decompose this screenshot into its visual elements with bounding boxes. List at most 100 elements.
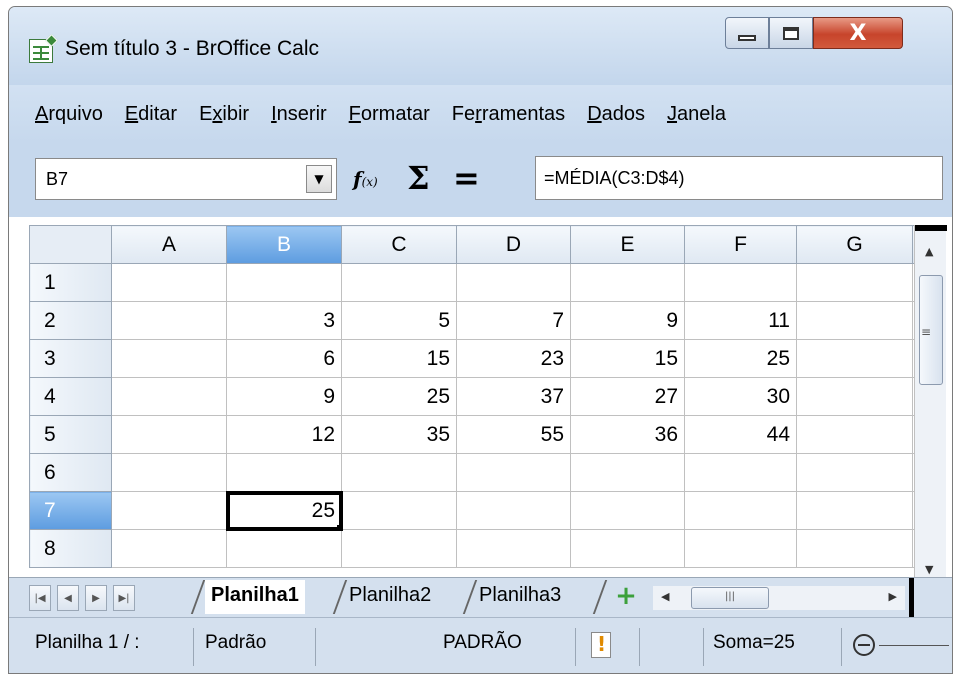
function-wizard-icon[interactable]: f(x)	[353, 167, 378, 191]
cell-e3[interactable]: 15	[570, 339, 685, 378]
cell-g2[interactable]	[796, 301, 913, 340]
cell-d4[interactable]: 37	[456, 377, 571, 416]
next-sheet-button[interactable]: ▶	[85, 585, 107, 611]
cell-a6[interactable]	[111, 453, 227, 492]
column-header-d[interactable]: D	[456, 225, 571, 264]
cell-a4[interactable]	[111, 377, 227, 416]
cell-b7[interactable]: 25	[225, 490, 343, 531]
cell-d1[interactable]	[456, 263, 571, 302]
menu-item-3[interactable]: Inserir	[271, 103, 327, 126]
cell-e6[interactable]	[570, 453, 685, 492]
cell-c7[interactable]	[341, 491, 457, 530]
maximize-button[interactable]	[769, 17, 813, 49]
minimize-button[interactable]	[725, 17, 769, 49]
cell-g7[interactable]	[796, 491, 913, 530]
menu-item-7[interactable]: Janela	[667, 103, 726, 126]
cell-f7[interactable]	[684, 491, 797, 530]
cell-c5[interactable]: 35	[341, 415, 457, 454]
scroll-left-icon[interactable]: ◀	[661, 590, 669, 603]
horizontal-scroll-thumb[interactable]: |||	[691, 587, 769, 609]
function-equals-icon[interactable]: =	[453, 159, 480, 197]
formula-input[interactable]: =MÉDIA(C3:D$4)	[535, 156, 943, 200]
name-box[interactable]: B7 ▼	[35, 158, 337, 200]
document-signature-icon[interactable]	[591, 632, 611, 658]
status-sum[interactable]: Soma=25	[713, 632, 795, 654]
cell-d3[interactable]: 23	[456, 339, 571, 378]
cell-d8[interactable]	[456, 529, 571, 568]
column-header-f[interactable]: F	[684, 225, 797, 264]
cell-c3[interactable]: 15	[341, 339, 457, 378]
scroll-down-icon[interactable]: ▼	[925, 563, 933, 576]
column-header-b[interactable]: B	[226, 225, 342, 264]
row-header-1[interactable]: 1	[29, 263, 112, 302]
cell-a5[interactable]	[111, 415, 227, 454]
cell-a1[interactable]	[111, 263, 227, 302]
sheet-tab-planilha1[interactable]: Planilha1	[205, 580, 305, 614]
cell-d6[interactable]	[456, 453, 571, 492]
menu-item-2[interactable]: Exibir	[199, 103, 249, 126]
sheet-tab-planilha3[interactable]: Planilha3	[473, 580, 567, 614]
cell-e1[interactable]	[570, 263, 685, 302]
status-insert-mode[interactable]: PADRÃO	[443, 632, 522, 654]
add-sheet-icon[interactable]: +	[613, 583, 639, 610]
cell-d5[interactable]: 55	[456, 415, 571, 454]
cell-b4[interactable]: 9	[226, 377, 342, 416]
cell-f3[interactable]: 25	[684, 339, 797, 378]
cell-d2[interactable]: 7	[456, 301, 571, 340]
cell-e5[interactable]: 36	[570, 415, 685, 454]
cell-f4[interactable]: 30	[684, 377, 797, 416]
row-header-4[interactable]: 4	[29, 377, 112, 416]
cell-g1[interactable]	[796, 263, 913, 302]
status-page-style[interactable]: Padrão	[205, 632, 266, 654]
cell-c4[interactable]: 25	[341, 377, 457, 416]
sheet-tab-planilha2[interactable]: Planilha2	[343, 580, 437, 614]
cell-b1[interactable]	[226, 263, 342, 302]
cell-f8[interactable]	[684, 529, 797, 568]
cell-e7[interactable]	[570, 491, 685, 530]
cell-b5[interactable]: 12	[226, 415, 342, 454]
menu-item-6[interactable]: Dados	[587, 103, 645, 126]
cell-g4[interactable]	[796, 377, 913, 416]
cell-g6[interactable]	[796, 453, 913, 492]
menu-item-5[interactable]: Ferramentas	[452, 103, 565, 126]
column-header-a[interactable]: A	[111, 225, 227, 264]
cell-c6[interactable]	[341, 453, 457, 492]
cell-e2[interactable]: 9	[570, 301, 685, 340]
row-header-5[interactable]: 5	[29, 415, 112, 454]
title-bar[interactable]: Sem título 3 - BrOffice Calc X	[9, 7, 952, 85]
cell-e8[interactable]	[570, 529, 685, 568]
prev-sheet-button[interactable]: ◀	[57, 585, 79, 611]
cell-g5[interactable]	[796, 415, 913, 454]
close-button[interactable]: X	[813, 17, 903, 49]
cell-e4[interactable]: 27	[570, 377, 685, 416]
cell-b6[interactable]	[226, 453, 342, 492]
menu-item-4[interactable]: Formatar	[349, 103, 430, 126]
zoom-slider[interactable]	[879, 645, 949, 646]
cell-d7[interactable]	[456, 491, 571, 530]
row-header-8[interactable]: 8	[29, 529, 112, 568]
vertical-scrollbar[interactable]: ▲ ≡ ▼	[914, 225, 947, 577]
name-box-dropdown[interactable]: ▼	[306, 165, 332, 193]
column-header-e[interactable]: E	[570, 225, 685, 264]
cell-f2[interactable]: 11	[684, 301, 797, 340]
row-header-2[interactable]: 2	[29, 301, 112, 340]
row-header-7[interactable]: 7	[29, 491, 112, 530]
scroll-up-icon[interactable]: ▲	[925, 245, 933, 258]
cell-g8[interactable]	[796, 529, 913, 568]
cell-c1[interactable]	[341, 263, 457, 302]
cell-b3[interactable]: 6	[226, 339, 342, 378]
first-sheet-button[interactable]: |◀	[29, 585, 51, 611]
cell-f5[interactable]: 44	[684, 415, 797, 454]
cell-b8[interactable]	[226, 529, 342, 568]
cell-f6[interactable]	[684, 453, 797, 492]
cell-a7[interactable]	[111, 491, 227, 530]
horizontal-scrollbar[interactable]: ◀ ||| ▶	[653, 586, 905, 610]
scroll-right-icon[interactable]: ▶	[889, 590, 897, 603]
cell-a2[interactable]	[111, 301, 227, 340]
row-header-3[interactable]: 3	[29, 339, 112, 378]
cell-a8[interactable]	[111, 529, 227, 568]
select-all-corner[interactable]	[29, 225, 112, 264]
menu-item-0[interactable]: Arquivo	[35, 103, 103, 126]
cell-b2[interactable]: 3	[226, 301, 342, 340]
last-sheet-button[interactable]: ▶|	[113, 585, 135, 611]
